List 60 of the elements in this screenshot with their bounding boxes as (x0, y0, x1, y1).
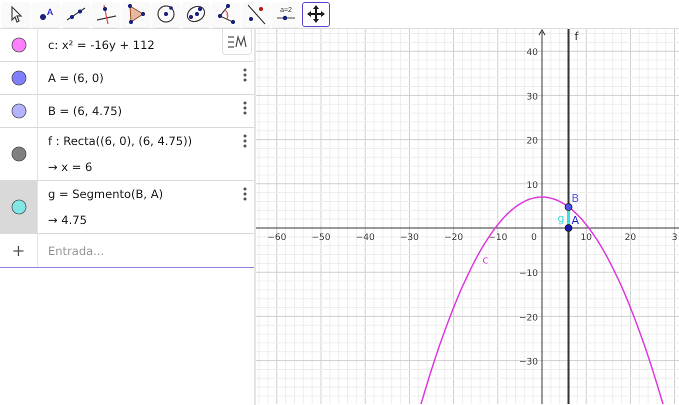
point-label: B (572, 192, 580, 205)
tool-button[interactable] (182, 2, 210, 26)
ellipse-icon (185, 3, 207, 25)
axis-label: 20 (624, 233, 636, 243)
axis-label: −20 (444, 233, 464, 243)
algebra-output: → x = 6 (48, 160, 94, 174)
algebra-definition[interactable]: f : Recta((6, 0), (6, 4.75)) (48, 134, 192, 148)
visibility-dot-icon[interactable] (10, 199, 26, 215)
tool-label: A (46, 7, 54, 17)
point-label: A (572, 214, 580, 227)
point-icon (38, 13, 47, 21)
algebra-definition[interactable]: A = (6, 0) (48, 71, 104, 85)
triangle-icon (125, 3, 147, 25)
tool-button[interactable] (302, 2, 330, 26)
axis-label: 40 (526, 48, 538, 58)
add-symbol[interactable]: + (12, 241, 26, 260)
lines-and-graph-icon (227, 34, 247, 48)
tool-button[interactable] (92, 2, 120, 26)
segment-label: g (558, 212, 564, 226)
line-label: f (574, 30, 578, 43)
algebra-definition[interactable]: B = (6, 4.75) (48, 104, 122, 118)
perpendicular-lines-icon (95, 3, 117, 25)
visibility-dot-icon[interactable] (10, 146, 26, 162)
algebra-definition[interactable]: c: x² = -16y + 112 (48, 38, 155, 52)
angle-icon (215, 3, 237, 25)
axis-label: −40 (356, 233, 375, 243)
tool-button[interactable] (62, 2, 90, 26)
circle-icon (155, 3, 177, 25)
visibility-dot-icon[interactable] (10, 37, 26, 53)
axis-label: 20 (526, 136, 538, 147)
tool-button[interactable] (152, 2, 180, 26)
axis-label: 3 (672, 233, 678, 243)
visibility-dot-icon[interactable] (10, 70, 26, 86)
axis-label: 10 (580, 233, 592, 243)
tool-button[interactable] (122, 2, 150, 26)
tool-button[interactable] (242, 2, 270, 26)
algebra-output: → 4.75 (48, 213, 88, 227)
axis-label: −60 (267, 233, 286, 243)
algebra-definition[interactable]: g = Segmento(B, A) (48, 187, 164, 201)
axis-label: 30 (526, 92, 538, 102)
axis-label: −50 (312, 233, 330, 243)
axis-label: −10 (488, 233, 508, 243)
tool-button[interactable] (2, 2, 30, 26)
axis-label: −30 (400, 233, 419, 243)
move-arrows-icon (306, 4, 326, 24)
axis-label: 0 (531, 233, 537, 243)
algebra-style-button[interactable] (222, 29, 252, 55)
axis-label: −10 (519, 269, 538, 280)
point (564, 203, 572, 211)
point (564, 224, 572, 232)
axis-label: −30 (519, 358, 538, 368)
slider-icon (276, 15, 296, 21)
axis-label: 10 (526, 180, 538, 191)
visibility-dot-icon[interactable] (10, 103, 26, 119)
tool-button[interactable] (212, 2, 240, 26)
reflect-icon (245, 3, 267, 25)
tool-button[interactable]: A (32, 2, 60, 26)
axis-label: −20 (519, 313, 538, 324)
curve-label: c (482, 253, 488, 266)
input-field[interactable]: Entrada... (38, 234, 254, 267)
